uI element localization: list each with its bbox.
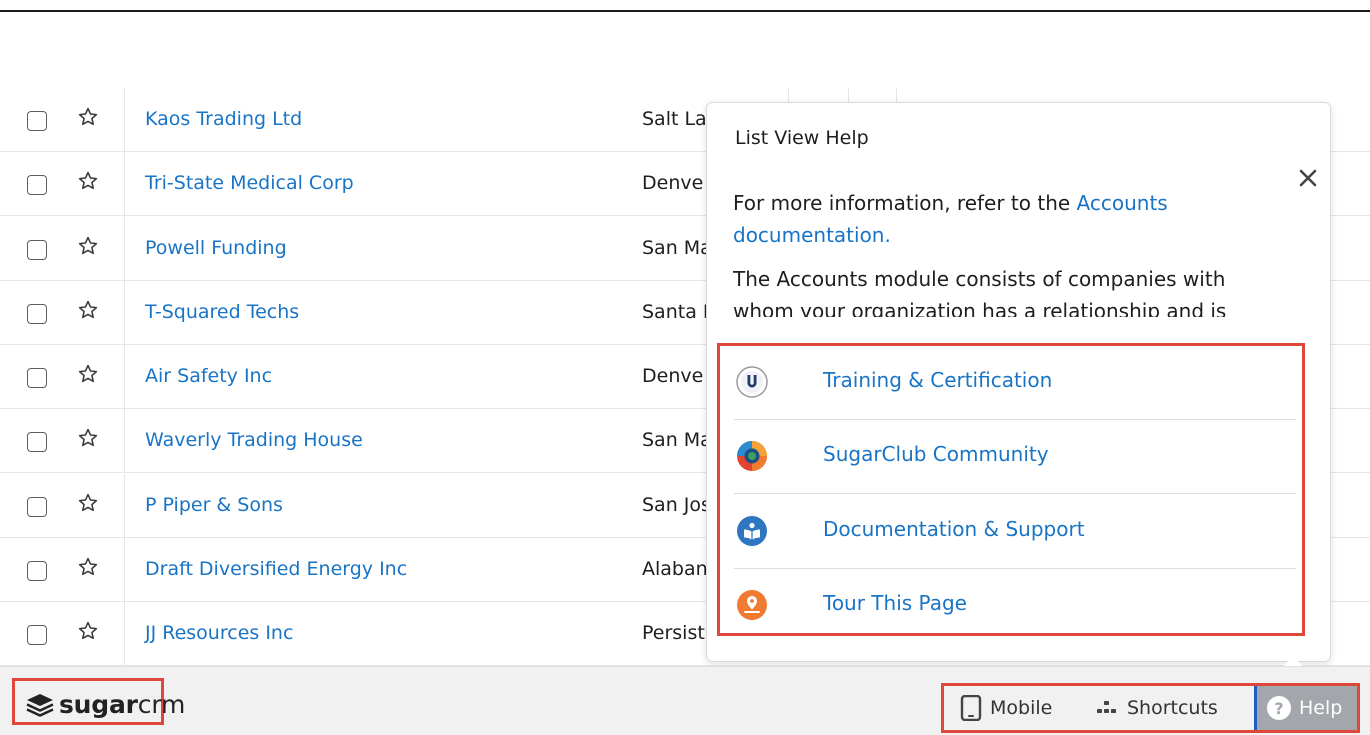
row-checkbox[interactable] (27, 240, 47, 260)
cell-divider (124, 88, 125, 152)
mobile-button[interactable]: Mobile (960, 686, 1052, 730)
sugarclub-community-label[interactable]: SugarClub Community (823, 442, 1049, 466)
footer-actions-highlight: Mobile Shortcuts ? Help (941, 683, 1360, 733)
account-name-link[interactable]: Draft Diversified Energy Inc (145, 558, 407, 580)
help-icon: ? (1267, 696, 1291, 720)
cell-divider (124, 474, 125, 538)
favorite-star-icon[interactable] (77, 170, 99, 192)
account-name-link[interactable]: Tri-State Medical Corp (145, 172, 354, 194)
intro-text: For more information, refer to the (733, 191, 1077, 215)
training-certification-link[interactable]: Training & Certification (734, 346, 1296, 420)
row-checkbox[interactable] (27, 497, 47, 517)
row-checkbox[interactable] (27, 111, 47, 131)
row-checkbox[interactable] (27, 625, 47, 645)
row-checkbox[interactable] (27, 175, 47, 195)
account-name-link[interactable]: JJ Resources Inc (145, 622, 293, 644)
help-button[interactable]: ? Help (1254, 686, 1357, 730)
tour-this-page-link[interactable]: Tour This Page (734, 569, 1296, 643)
documentation-icon (737, 516, 767, 546)
favorite-star-icon[interactable] (77, 620, 99, 642)
shortcuts-label: Shortcuts (1127, 697, 1218, 719)
account-name-link[interactable]: Kaos Trading Ltd (145, 108, 302, 130)
shortcuts-icon (1097, 701, 1116, 713)
tour-icon (737, 590, 767, 620)
favorite-star-icon[interactable] (77, 235, 99, 257)
favorite-star-icon[interactable] (77, 106, 99, 128)
intro-paragraph: For more information, refer to the Accou… (733, 187, 1273, 251)
cell-divider (124, 281, 125, 345)
account-city: San Jos (642, 494, 708, 516)
account-city: Salt La (642, 108, 707, 130)
row-checkbox[interactable] (27, 561, 47, 581)
mobile-icon (960, 695, 982, 721)
help-label: Help (1299, 697, 1343, 719)
documentation-support-label[interactable]: Documentation & Support (823, 517, 1085, 541)
sugarcrm-logo[interactable]: sugarcrm (25, 690, 185, 719)
account-city: San Ma (642, 429, 708, 451)
cell-divider (124, 217, 125, 281)
close-icon[interactable] (1297, 167, 1319, 189)
row-checkbox[interactable] (27, 368, 47, 388)
row-checkbox[interactable] (27, 432, 47, 452)
favorite-star-icon[interactable] (77, 556, 99, 578)
account-name-link[interactable]: Powell Funding (145, 237, 287, 259)
popover-title: List View Help (735, 127, 869, 149)
account-name-link[interactable]: T-Squared Techs (145, 301, 299, 323)
university-icon (736, 366, 768, 398)
cell-divider (124, 152, 125, 216)
app-window: Kaos Trading Ltd Salt La Tri-State Medic… (0, 0, 1370, 735)
mobile-label: Mobile (990, 697, 1053, 719)
cell-divider (124, 602, 125, 666)
favorite-star-icon[interactable] (77, 299, 99, 321)
cell-divider (124, 538, 125, 602)
footer-bar: sugarcrm Mobile Shortcuts ? Help (0, 666, 1370, 735)
account-name-link[interactable]: Waverly Trading House (145, 429, 363, 451)
account-city: Denve (642, 365, 704, 387)
module-description: The Accounts module consists of companie… (733, 267, 1227, 317)
favorite-star-icon[interactable] (77, 427, 99, 449)
account-city: Alaban (642, 558, 708, 580)
account-city: San Ma (642, 237, 708, 259)
sugarclub-icon (737, 441, 767, 471)
account-name-link[interactable]: P Piper & Sons (145, 494, 283, 516)
cell-divider (124, 409, 125, 473)
favorite-star-icon[interactable] (77, 492, 99, 514)
popover-body: For more information, refer to the Accou… (733, 187, 1273, 317)
favorite-star-icon[interactable] (77, 363, 99, 385)
sugarclub-community-link[interactable]: SugarClub Community (734, 420, 1296, 494)
documentation-support-link[interactable]: Documentation & Support (734, 495, 1296, 569)
help-links-list: Training & Certification SugarClub Commu… (717, 343, 1305, 636)
account-city: Denve (642, 172, 704, 194)
account-name-link[interactable]: Air Safety Inc (145, 365, 272, 387)
row-checkbox[interactable] (27, 304, 47, 324)
tour-this-page-label[interactable]: Tour This Page (823, 591, 967, 615)
shortcuts-button[interactable]: Shortcuts (1095, 686, 1218, 730)
header-rule (0, 0, 1370, 12)
account-city: Santa I (642, 301, 708, 323)
logo-text: sugarcrm (59, 690, 186, 719)
sugarcrm-logo-highlight[interactable]: sugarcrm (12, 678, 185, 725)
account-city: Persist (642, 622, 705, 644)
training-certification-label[interactable]: Training & Certification (823, 368, 1052, 392)
list-view-help-popover: List View Help For more information, ref… (706, 102, 1331, 662)
sugar-cube-icon (26, 693, 54, 717)
cell-divider (124, 345, 125, 409)
